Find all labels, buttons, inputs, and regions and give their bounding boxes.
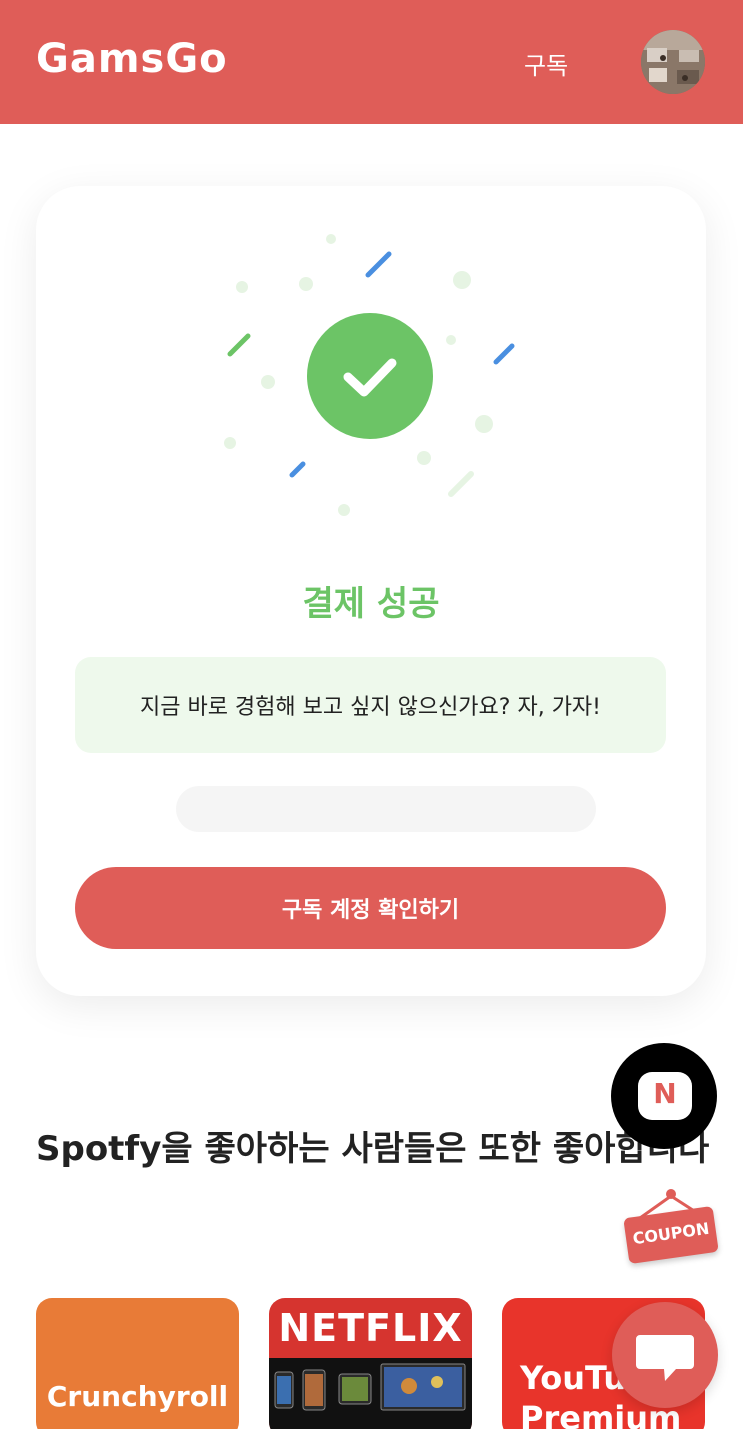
coupon-button[interactable]: COUPON xyxy=(616,1186,726,1268)
check-circle-icon xyxy=(307,313,433,439)
gamsgo-logo[interactable]: GamsGo xyxy=(36,36,228,82)
view-subscription-button[interactable]: 구독 계정 확인하기 xyxy=(75,867,666,949)
payment-success-card: 결제 성공 지금 바로 경험해 보고 싶지 않으신가요? 자, 가자! 구독 계… xyxy=(36,186,706,996)
crunchyroll-card[interactable]: Crunchyroll xyxy=(36,1298,239,1429)
avatar-image xyxy=(641,30,705,94)
chat-button[interactable] xyxy=(612,1302,718,1408)
blurred-area xyxy=(176,786,596,832)
recommendation-title: Spotfy을 좋아하는 사람들은 또한 좋아합니다 xyxy=(36,1129,710,1169)
netflix-card[interactable]: NETFLIX xyxy=(269,1298,472,1429)
avatar[interactable] xyxy=(641,30,705,94)
n-badge-text: N xyxy=(653,1077,677,1110)
crunchyroll-label: Crunchyroll xyxy=(46,1380,229,1413)
top-header: GamsGo 구독 xyxy=(0,0,743,124)
payment-success-title: 결제 성공 xyxy=(302,584,440,624)
success-illustration xyxy=(224,234,515,516)
netflix-label: NETFLIX xyxy=(278,1306,463,1350)
nav-subscribe-link[interactable]: 구독 xyxy=(524,46,568,81)
netflix-devices-image xyxy=(269,1358,472,1429)
success-message: 지금 바로 경험해 보고 싶지 않으신가요? 자, 가자! xyxy=(75,657,666,753)
n-notice-button[interactable]: N xyxy=(611,1043,717,1149)
chat-icon xyxy=(636,1335,694,1381)
